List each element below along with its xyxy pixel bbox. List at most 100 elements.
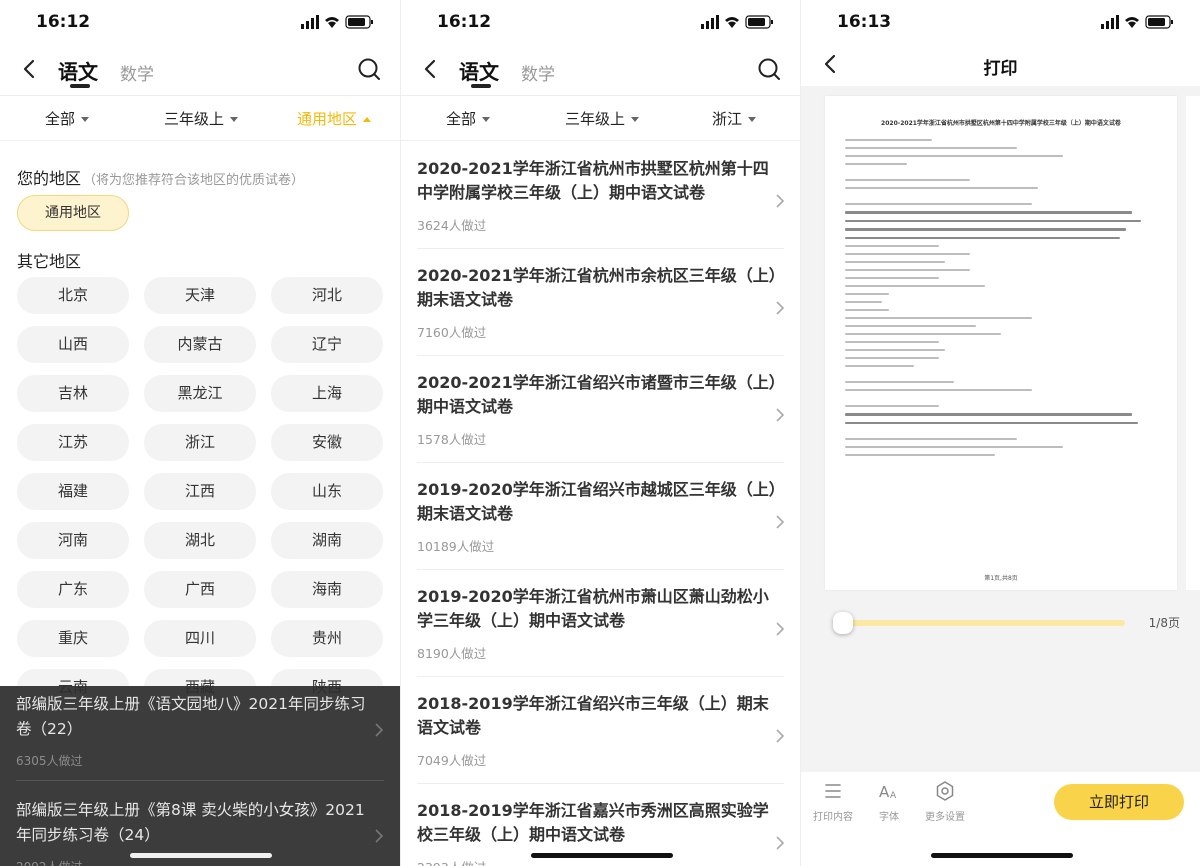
filter-type[interactable]: 全部	[446, 108, 491, 129]
divider	[16, 780, 384, 781]
page-title: 打印	[983, 59, 1018, 79]
region-chip[interactable]: 吉林	[17, 375, 129, 412]
svg-text:A: A	[890, 791, 897, 801]
chevron-right-icon	[776, 515, 785, 529]
document-text-line	[845, 333, 1001, 335]
divider	[417, 676, 784, 677]
more-settings-label: 更多设置	[925, 812, 965, 823]
back-icon[interactable]	[18, 57, 42, 81]
tab-math[interactable]: 数学	[120, 60, 154, 85]
filter-region[interactable]: 浙江	[712, 108, 757, 129]
region-chip[interactable]: 山西	[17, 326, 129, 363]
divider	[417, 355, 784, 356]
region-chip[interactable]: 海南	[271, 571, 383, 608]
search-icon[interactable]	[756, 56, 782, 82]
paper-title: 2018-2019学年浙江省嘉兴市秀洲区高照实验学校三年级（上）期中语文试卷	[417, 801, 769, 844]
page-indicator: 1/8页	[1148, 616, 1180, 630]
tab-chinese[interactable]: 语文	[58, 56, 98, 85]
status-bar: 16:13	[801, 0, 1200, 44]
settings-icon	[936, 781, 954, 801]
font-button[interactable]: AA 字体	[865, 780, 913, 823]
region-chip[interactable]: 四川	[144, 620, 256, 657]
region-chip[interactable]: 江西	[144, 473, 256, 510]
region-chip[interactable]: 江苏	[17, 424, 129, 461]
current-region-chip[interactable]: 通用地区	[17, 195, 129, 231]
caret-down-icon	[482, 117, 491, 122]
list-item-title: 部编版三年级上册《语文园地八》2021年同步练习卷（22）	[16, 695, 366, 738]
dimmed-background-list[interactable]: 部编版三年级上册《语文园地八》2021年同步练习卷（22） 6305人做过 部编…	[0, 686, 400, 866]
more-settings-button[interactable]: 更多设置	[921, 780, 969, 823]
filter-bar: 全部 三年级上 通用地区	[0, 96, 400, 141]
region-chip[interactable]: 山东	[271, 473, 383, 510]
paper-list-item[interactable]: 2019-2020学年浙江省绍兴市越城区三年级（上）期末语文试卷 10189人做过	[417, 478, 787, 555]
document-text-line	[845, 139, 933, 141]
region-chip[interactable]: 广东	[17, 571, 129, 608]
region-chip[interactable]: 福建	[17, 473, 129, 510]
caret-up-icon	[363, 117, 372, 122]
paper-list-item[interactable]: 2020-2021学年浙江省绍兴市诸暨市三年级（上）期中语文试卷 1578人做过	[417, 371, 787, 448]
paper-title: 2020-2021学年浙江省杭州市余杭区三年级（上）期末语文试卷	[417, 266, 777, 309]
print-content-button[interactable]: 打印内容	[809, 780, 857, 823]
region-chip[interactable]: 黑龙江	[144, 375, 256, 412]
list-item-count: 6305人做过	[16, 754, 83, 768]
caret-down-icon	[631, 117, 640, 122]
page-slider[interactable]	[833, 612, 1125, 634]
filter-grade[interactable]: 三年级上	[164, 108, 239, 129]
filter-region-label: 通用地区	[297, 110, 358, 128]
back-icon[interactable]	[419, 57, 443, 81]
document-text-line	[845, 309, 889, 311]
search-icon[interactable]	[356, 56, 382, 82]
region-chip[interactable]: 辽宁	[271, 326, 383, 363]
document-text-line	[845, 389, 1033, 391]
list-item-title: 部编版三年级上册《第8课 卖火柴的小女孩》2021年同步练习卷（24）	[16, 801, 365, 844]
paper-count: 10189人做过	[417, 539, 495, 554]
region-chip[interactable]: 浙江	[144, 424, 256, 461]
region-chip[interactable]: 北京	[17, 277, 129, 314]
paper-list-item[interactable]: 2020-2021学年浙江省杭州市拱墅区杭州第十四中学附属学校三年级（上）期中语…	[417, 157, 787, 234]
region-chip[interactable]: 广西	[144, 571, 256, 608]
document-text-line	[845, 365, 914, 367]
paper-list-item[interactable]: 2020-2021学年浙江省杭州市余杭区三年级（上）期末语文试卷 7160人做过	[417, 264, 787, 341]
status-bar: 16:12	[0, 0, 400, 44]
page-slider-handle[interactable]	[833, 612, 853, 634]
home-indicator	[130, 853, 272, 858]
top-nav-bar: 语文 数学	[401, 44, 800, 96]
print-content-label: 打印内容	[813, 812, 853, 823]
region-chip[interactable]: 贵州	[271, 620, 383, 657]
print-now-button[interactable]: 立即打印	[1054, 784, 1184, 820]
region-chip[interactable]: 天津	[144, 277, 256, 314]
region-chip[interactable]: 安徽	[271, 424, 383, 461]
filter-type[interactable]: 全部	[45, 108, 90, 129]
document-text-line	[845, 381, 955, 383]
chevron-right-icon	[375, 829, 384, 843]
chevron-right-icon	[776, 194, 785, 208]
list-item[interactable]: 部编版三年级上册《语文园地八》2021年同步练习卷（22） 6305人做过	[16, 692, 386, 769]
region-chip[interactable]: 湖北	[144, 522, 256, 559]
tab-math[interactable]: 数学	[521, 60, 555, 85]
filter-region[interactable]: 通用地区	[297, 108, 372, 129]
document-text-line	[845, 421, 1139, 424]
region-chip[interactable]: 上海	[271, 375, 383, 412]
paper-title: 2020-2021学年浙江省杭州市拱墅区杭州第十四中学附属学校三年级（上）期中语…	[417, 159, 769, 202]
chevron-right-icon	[776, 408, 785, 422]
region-chip[interactable]: 内蒙古	[144, 326, 256, 363]
paper-list-item[interactable]: 2018-2019学年浙江省绍兴市三年级（上）期末语文试卷 7049人做过	[417, 692, 787, 769]
tab-chinese[interactable]: 语文	[459, 56, 499, 85]
chevron-right-icon	[375, 723, 384, 737]
caret-down-icon	[81, 117, 90, 122]
document-preview[interactable]: 2020-2021学年浙江省杭州市拱墅区杭州第十四中学附属学校三年级（上）期中语…	[825, 96, 1177, 590]
region-chip[interactable]: 河南	[17, 522, 129, 559]
filter-grade[interactable]: 三年级上	[565, 108, 640, 129]
region-chip[interactable]: 重庆	[17, 620, 129, 657]
region-chip[interactable]: 湖南	[271, 522, 383, 559]
document-text-line	[845, 211, 1133, 214]
region-chip[interactable]: 河北	[271, 277, 383, 314]
document-text-line	[845, 219, 1142, 222]
chevron-right-icon	[776, 836, 785, 850]
filter-bar: 全部 三年级上 浙江	[401, 96, 800, 141]
active-tab-indicator	[471, 84, 491, 88]
paper-list-item[interactable]: 2019-2020学年浙江省杭州市萧山区萧山劲松小学三年级（上）期中语文试卷 81…	[417, 585, 787, 662]
list-item-count: 2092人做过	[16, 858, 386, 866]
svg-text:A: A	[879, 783, 890, 801]
print-header: 打印	[801, 44, 1200, 86]
